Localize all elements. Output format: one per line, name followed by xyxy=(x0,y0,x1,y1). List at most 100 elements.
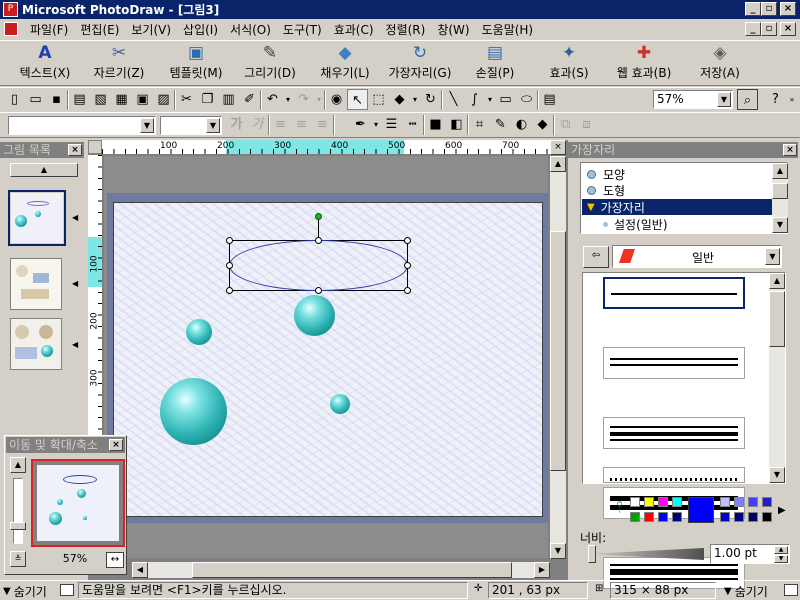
panel-toggle-icon[interactable] xyxy=(784,584,798,596)
scroll-down-icon[interactable]: ▼ xyxy=(550,543,566,559)
resize-handle[interactable] xyxy=(404,287,411,294)
fill-icon[interactable]: ◆ xyxy=(389,89,410,110)
scroll-up-icon[interactable]: ▲ xyxy=(550,156,566,172)
color-swatch[interactable] xyxy=(762,512,772,522)
sphere-shape[interactable] xyxy=(160,378,227,445)
line-color-icon[interactable]: ✒ xyxy=(350,114,371,135)
effects-button[interactable]: ✦ 효과(S) xyxy=(540,44,598,84)
spin-up-icon[interactable]: ▲ xyxy=(774,546,788,554)
width-input[interactable]: 1.00 pt ▲ ▼ xyxy=(710,544,790,564)
doc-minimize-button[interactable]: _ xyxy=(745,22,761,36)
close-icon[interactable]: × xyxy=(783,144,797,156)
edit-points-icon[interactable]: ✎ xyxy=(490,114,511,135)
bold-icon[interactable]: 가 xyxy=(226,114,247,135)
zoom-out-icon[interactable]: ≚ xyxy=(10,551,26,567)
color-balance-icon[interactable]: ◐ xyxy=(511,114,532,135)
select-region-icon[interactable]: ⬚ xyxy=(368,89,389,110)
color-swatch[interactable] xyxy=(630,512,640,522)
sphere-shape[interactable] xyxy=(330,394,350,414)
sphere-shape[interactable] xyxy=(186,319,212,345)
color-swatch[interactable] xyxy=(748,497,758,507)
color-swatch[interactable] xyxy=(720,497,730,507)
line-style-item[interactable] xyxy=(603,417,745,449)
picture-icon[interactable]: ▨ xyxy=(153,89,174,110)
hide-right-button[interactable]: ▼ 숨기기 xyxy=(724,583,768,600)
align-right-icon[interactable]: ≡ xyxy=(312,114,333,135)
template-button[interactable]: ▣ 템플릿(M) xyxy=(160,44,232,84)
cut-icon[interactable]: ✂ xyxy=(176,89,197,110)
hyperlink-icon[interactable]: ◉ xyxy=(326,89,347,110)
rotate-icon[interactable]: ↻ xyxy=(420,89,441,110)
color-swatch[interactable] xyxy=(658,497,668,507)
doc-restore-button[interactable]: ▫ xyxy=(761,22,777,36)
zoom-in-icon[interactable]: ▲ xyxy=(10,457,26,473)
scroll-thumb[interactable] xyxy=(192,562,512,578)
zoom-icon[interactable]: ⌕ xyxy=(737,89,758,110)
vertical-scrollbar[interactable]: ▲ ▼ xyxy=(550,156,566,559)
color-swatch[interactable] xyxy=(734,512,744,522)
pan-preview[interactable] xyxy=(31,459,125,547)
thumb-1-arrow-icon[interactable]: ◀ xyxy=(72,213,78,222)
tree-item-settings[interactable]: 설정(일반) xyxy=(603,216,668,232)
close-icon[interactable]: × xyxy=(109,439,123,451)
rotate-handle[interactable] xyxy=(315,213,322,220)
fill-button[interactable]: ◆ 채우기(L) xyxy=(310,44,380,84)
color-swatch[interactable] xyxy=(658,512,668,522)
minimize-button[interactable]: _ xyxy=(745,2,761,16)
crop-tool-icon[interactable]: ⌗ xyxy=(469,114,490,135)
draw-button[interactable]: ✎ 그리기(D) xyxy=(237,44,303,84)
color-swatch[interactable] xyxy=(630,497,640,507)
line-style-item[interactable] xyxy=(603,467,745,483)
panel-toggle-icon[interactable] xyxy=(60,584,74,596)
scroll-thumb[interactable] xyxy=(550,231,566,471)
chevron-down-icon[interactable]: ▼ xyxy=(717,92,731,107)
tree-item-figure[interactable]: 도형 xyxy=(587,182,625,198)
touchup-button[interactable]: ▤ 손질(P) xyxy=(466,44,524,84)
zoom-slider-track[interactable] xyxy=(13,478,23,544)
save-disk-icon[interactable]: ▪ xyxy=(46,89,67,110)
save-button[interactable]: ◈ 저장(A) xyxy=(692,44,748,84)
hide-left-button[interactable]: ▼ 숨기기 xyxy=(3,583,47,600)
doc-close-button[interactable]: × xyxy=(780,22,796,36)
crop-button[interactable]: ✂ 자르기(Z) xyxy=(84,44,154,84)
line-style-item[interactable] xyxy=(603,347,745,379)
color-swatch[interactable] xyxy=(720,512,730,522)
menu-tools[interactable]: 도구(T) xyxy=(277,21,328,38)
current-color-swatch[interactable] xyxy=(688,497,714,523)
line-icon[interactable]: ╲ xyxy=(443,89,464,110)
tree-item-edge[interactable]: ▼ 가장자리 xyxy=(582,199,772,215)
menu-file[interactable]: 파일(F) xyxy=(24,21,74,38)
resize-handle[interactable] xyxy=(315,237,322,244)
print-preview-icon[interactable]: ▧ xyxy=(90,89,111,110)
horizontal-scrollbar[interactable]: ◀ ▶ xyxy=(132,562,550,578)
align-left-icon[interactable]: ≡ xyxy=(270,114,291,135)
undo-icon[interactable]: ↶ xyxy=(262,89,283,110)
chevron-down-icon[interactable]: ▼ xyxy=(140,118,154,133)
ungroup-icon[interactable]: ⧈ xyxy=(576,114,597,135)
line-style-icon[interactable]: ┅ xyxy=(402,114,423,135)
ellipse-shape[interactable] xyxy=(229,240,408,291)
web-effects-button[interactable]: ✚ 웹 효과(B) xyxy=(608,44,680,84)
scroll-thumb[interactable] xyxy=(769,291,785,347)
help-icon[interactable]: ? xyxy=(765,89,786,110)
font-size-combo[interactable]: ▼ xyxy=(160,116,222,135)
group-icon[interactable]: ⧉ xyxy=(555,114,576,135)
back-icon[interactable]: ⇦ xyxy=(583,246,609,268)
scroll-up-button[interactable]: ▲ xyxy=(10,163,78,177)
zoom-slider-thumb[interactable] xyxy=(10,522,26,530)
scan-icon[interactable]: ▦ xyxy=(111,89,132,110)
menu-window[interactable]: 창(W) xyxy=(431,21,475,38)
chevron-down-icon[interactable]: ▼ xyxy=(206,118,220,133)
ellipse-icon[interactable]: ⬭ xyxy=(516,89,537,110)
redo-dropdown-icon[interactable]: ▾ xyxy=(314,89,324,110)
scroll-up-icon[interactable]: ▲ xyxy=(772,163,788,179)
color-swatch[interactable] xyxy=(672,497,682,507)
menu-effects[interactable]: 효과(C) xyxy=(328,21,380,38)
fit-to-window-icon[interactable]: ↔ xyxy=(106,552,124,568)
resize-handle[interactable] xyxy=(226,287,233,294)
3d-icon[interactable]: ◧ xyxy=(446,114,467,135)
align-center-icon[interactable]: ≡ xyxy=(291,114,312,135)
line-color-dropdown-icon[interactable]: ▾ xyxy=(371,114,381,135)
close-icon[interactable]: × xyxy=(68,144,82,156)
zoom-combo[interactable]: 57% ▼ xyxy=(653,90,733,109)
